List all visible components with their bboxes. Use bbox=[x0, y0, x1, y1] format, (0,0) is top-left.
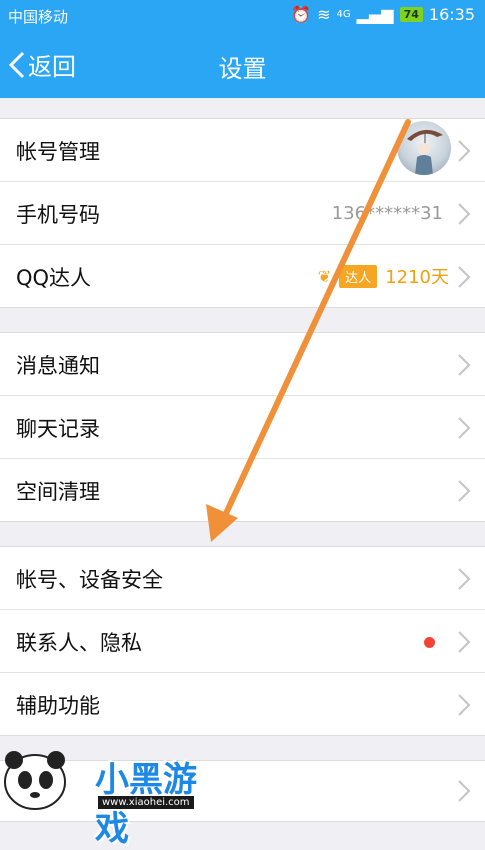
settings-row-accessibility[interactable]: 辅助功能 bbox=[0, 673, 485, 735]
settings-row-storage-cleanup[interactable]: 空间清理 bbox=[0, 459, 485, 521]
row-label: 空间清理 bbox=[16, 480, 100, 504]
chevron-right-icon bbox=[458, 568, 471, 590]
row-label: 消息通知 bbox=[16, 354, 100, 378]
settings-group-account: 帐号管理 手机号码 136******31 QQ达人 ❦ 达人 1210天 bbox=[0, 118, 485, 308]
page-title: 设置 bbox=[218, 55, 267, 83]
daren-days: 1210天 bbox=[385, 267, 449, 288]
settings-row-qq-daren[interactable]: QQ达人 ❦ 达人 1210天 bbox=[0, 245, 485, 307]
wifi-icon: ≋ bbox=[317, 5, 331, 24]
settings-group-security: 帐号、设备安全 联系人、隐私 辅助功能 bbox=[0, 546, 485, 736]
settings-row-notifications[interactable]: 消息通知 bbox=[0, 333, 485, 396]
watermark-url: www.xiaohei.com bbox=[98, 796, 194, 809]
row-label: 帐号管理 bbox=[16, 140, 100, 164]
chevron-right-icon bbox=[458, 631, 471, 653]
settings-row-account-manage[interactable]: 帐号管理 bbox=[0, 119, 485, 182]
battery-icon: 74 bbox=[399, 7, 423, 22]
row-label: 聊天记录 bbox=[16, 417, 100, 441]
chevron-right-icon bbox=[458, 694, 471, 716]
carrier-name: 中国移动 bbox=[8, 8, 69, 26]
chevron-right-icon bbox=[458, 140, 471, 162]
wings-icon: ❦ bbox=[317, 266, 332, 286]
row-label: 辅助功能 bbox=[16, 694, 100, 718]
row-label: 联系人、隐私 bbox=[16, 631, 142, 655]
settings-row-chat-history[interactable]: 聊天记录 bbox=[0, 396, 485, 459]
status-time: 16:35 bbox=[428, 5, 475, 24]
settings-row-account-security[interactable]: 帐号、设备安全 bbox=[0, 547, 485, 610]
chevron-right-icon bbox=[458, 480, 471, 502]
row-label: 帐号、设备安全 bbox=[16, 568, 163, 592]
daren-info: ❦ 达人 1210天 bbox=[318, 263, 449, 289]
signal-icon: ▂▄▆ bbox=[356, 5, 394, 24]
settings-group-messages: 消息通知 聊天记录 空间清理 bbox=[0, 332, 485, 522]
phone-value: 136******31 bbox=[331, 203, 443, 224]
status-icons: ⏰ ≋ 4G ▂▄▆ 74 16:35 bbox=[291, 5, 475, 24]
row-label: 手机号码 bbox=[16, 203, 100, 227]
row-label: QQ达人 bbox=[16, 266, 92, 290]
unread-dot bbox=[424, 637, 435, 648]
watermark-logo: 小黑游戏 www.xiaohei.com bbox=[0, 740, 230, 849]
chevron-right-icon bbox=[458, 780, 471, 802]
daren-badge: 达人 bbox=[339, 264, 378, 288]
status-bar: 中国移动 ⏰ ≋ 4G ▂▄▆ 74 16:35 bbox=[0, 0, 485, 30]
settings-row-phone[interactable]: 手机号码 136******31 bbox=[0, 182, 485, 245]
alarm-icon: ⏰ bbox=[291, 5, 312, 24]
chevron-right-icon bbox=[458, 266, 471, 288]
chevron-right-icon bbox=[458, 354, 471, 376]
settings-row-contacts-privacy[interactable]: 联系人、隐私 bbox=[0, 610, 485, 673]
chevron-right-icon bbox=[458, 417, 471, 439]
signal-4g-label: 4G bbox=[336, 9, 351, 20]
avatar bbox=[397, 121, 451, 175]
nav-bar: 返回 设置 bbox=[0, 30, 485, 98]
chevron-right-icon bbox=[458, 203, 471, 225]
